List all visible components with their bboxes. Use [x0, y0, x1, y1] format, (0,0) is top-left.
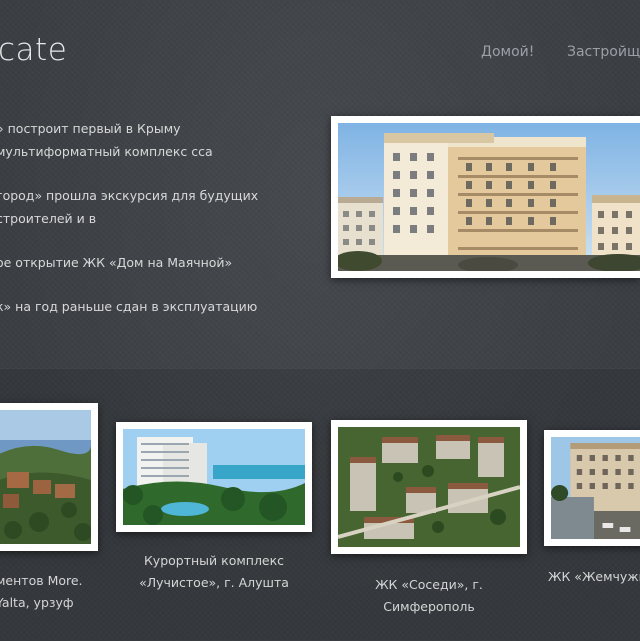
news-item-2[interactable]: город» прошла экскурсия для будущих стро…: [0, 184, 296, 230]
project-caption-3[interactable]: ЖК «Соседи», г. Симферополь: [331, 574, 527, 618]
project-photo-2[interactable]: [116, 422, 312, 532]
news-item-1[interactable]: » построит первый в Крыму мультиформатны…: [0, 117, 296, 163]
news-link-4[interactable]: к» на год раньше сдан в эксплуатацию: [0, 299, 257, 314]
nav-home-link[interactable]: Домой!: [481, 44, 534, 60]
residential-complex-render-image: [338, 427, 520, 547]
project-caption-1[interactable]: ментов More. Yalta, урзуф: [0, 570, 100, 614]
resort-hill-image: [0, 410, 91, 544]
site-logo[interactable]: cate: [0, 32, 67, 68]
news-item-4[interactable]: к» на год раньше сдан в эксплуатацию: [0, 295, 296, 318]
building-photo-image: [338, 123, 640, 271]
news-item-3[interactable]: ое открытие ЖК «Дом на Маячной»: [0, 251, 296, 274]
project-caption-2[interactable]: Курортный комплекс «Лучистое», г. Алушта: [114, 550, 314, 594]
news-link-1[interactable]: » построит первый в Крыму мультиформатны…: [0, 121, 213, 159]
project-photo-3[interactable]: [331, 420, 527, 554]
featured-photo[interactable]: [331, 116, 640, 278]
news-link-3[interactable]: ое открытие ЖК «Дом на Маячной»: [0, 255, 232, 270]
apartment-building-image: [551, 437, 640, 539]
nav-developer-link[interactable]: Застройщик: [567, 44, 640, 60]
news-link-2[interactable]: город» прошла экскурсия для будущих стро…: [0, 188, 258, 226]
project-photo-1[interactable]: [0, 403, 98, 551]
resort-pool-image: [123, 429, 305, 525]
project-caption-4[interactable]: ЖК «Жемчужина: [548, 566, 640, 588]
project-photo-4[interactable]: [544, 430, 640, 546]
